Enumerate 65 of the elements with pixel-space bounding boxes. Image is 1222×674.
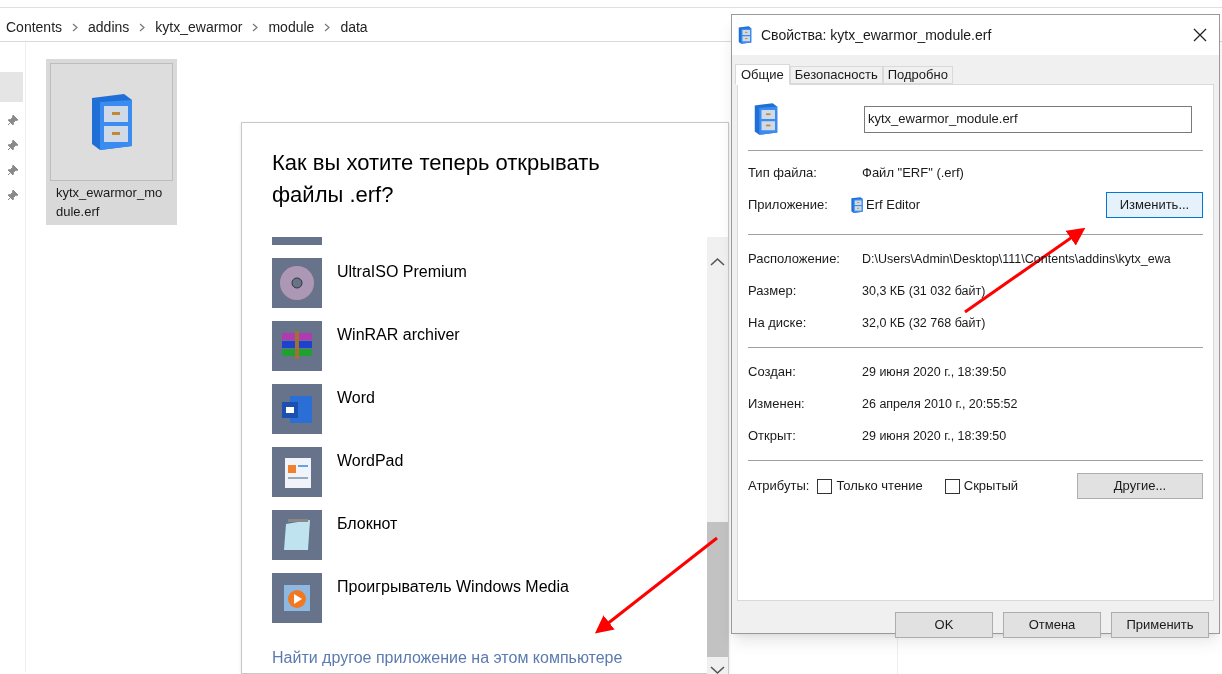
pin-icon [6,189,19,201]
app-icon[interactable] [272,447,322,497]
dialog-button[interactable]: Применить [1111,612,1209,638]
field-label: Открыт: [748,427,797,446]
window-title: Свойства: kytx_ewarmor_module.erf [761,25,993,45]
field-label: На диске: [748,314,808,333]
app-icon[interactable] [272,510,322,560]
app-icon[interactable] [272,321,322,371]
checkbox[interactable] [944,478,960,494]
app-icon[interactable] [272,573,322,623]
field-label: Расположение: [748,250,841,269]
field-value: 29 июня 2020 г., 18:39:50 [862,363,1007,381]
field-label: Тип файла: [748,164,818,183]
scroll-up-icon[interactable] [710,257,725,267]
field-value: 32,0 КБ (32 768 байт) [862,314,986,332]
app-icon-tile [272,237,322,245]
breadcrumb-item[interactable]: kytx_ewarmor [155,17,243,38]
tab[interactable]: Общие [735,64,790,85]
field-label: Приложение: [748,196,829,215]
app-name[interactable]: Блокнот [337,510,398,536]
tab[interactable]: Безопасность [789,66,883,84]
field-label: Создан: [748,363,797,382]
field-value: 30,3 КБ (31 032 байт) [862,282,986,300]
app-name[interactable]: UltraISO Premium [337,258,467,284]
checkbox[interactable] [817,478,833,494]
breadcrumb-item[interactable]: addins [88,17,130,38]
field-label: Атрибуты: [748,477,810,496]
app-name[interactable]: WordPad [337,447,404,473]
close-icon[interactable] [1193,28,1207,42]
field-value: 29 июня 2020 г., 18:39:50 [862,427,1007,445]
advanced-button[interactable]: Другие... [1077,473,1203,499]
field-value: 26 апреля 2010 г., 20:55:52 [862,395,1018,413]
breadcrumb-item[interactable]: Contents [6,17,63,38]
checkbox-label: Скрытый [963,477,1018,496]
file-name: kytx_ewarmor_module.erf [55,184,164,221]
dialog-title: Как вы хотите теперь открывать файлы .erf? [272,149,601,209]
tab[interactable]: Подробно [882,66,953,84]
breadcrumb-item[interactable]: data [340,17,368,38]
field-value: Файл "ERF" (.erf) [862,164,964,183]
checkbox-label: Только чтение [836,477,923,496]
pin-icon [6,139,19,151]
field-value: Erf Editor [866,196,922,215]
scrollbar[interactable] [707,237,728,674]
chevron-right-icon [252,23,259,32]
app-name[interactable]: Проигрыватель Windows Media [337,573,569,599]
file-cabinet-icon [848,196,866,214]
pin-icon [6,114,19,126]
dialog-button[interactable]: OK [895,612,993,638]
app-name[interactable]: Word [337,384,375,410]
dialog-button[interactable]: Отмена [1003,612,1101,638]
file-item[interactable]: kytx_ewarmor_module.erf [46,59,177,225]
find-app-link[interactable]: Найти другое приложение на этом компьютере [272,646,623,670]
pin-icon [6,164,19,176]
app-name[interactable]: WinRAR archiver [337,321,460,347]
field-label: Размер: [748,282,798,301]
breadcrumb-item[interactable]: module [268,17,315,38]
chevron-right-icon [324,23,331,32]
field-label: Изменен: [748,395,806,414]
change-button[interactable]: Изменить... [1106,192,1203,218]
chevron-right-icon [139,23,146,32]
scroll-down-icon[interactable] [710,665,725,674]
scrollbar-thumb[interactable] [707,522,728,657]
app-icon[interactable] [272,258,322,308]
file-name-field[interactable]: kytx_ewarmor_module.erf [864,105,1192,133]
chevron-right-icon [72,23,79,32]
